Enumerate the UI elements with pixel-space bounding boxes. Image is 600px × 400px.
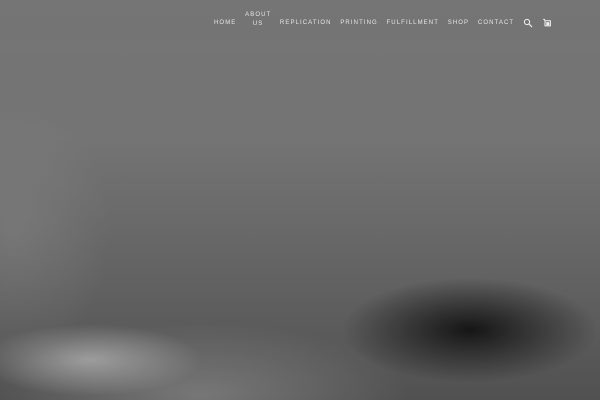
nav-item-printing[interactable]: PRINTING: [340, 19, 377, 28]
nav-item-contact[interactable]: CONTACT: [478, 19, 514, 28]
nav-icons: [523, 18, 552, 28]
nav-item-fulfillment[interactable]: FULFILLMENT: [387, 19, 439, 28]
main-navigation: HOME ABOUT US REPLICATION PRINTING FULFI…: [214, 8, 552, 38]
nav-item-replication[interactable]: REPLICATION: [280, 19, 332, 28]
nav-item-home[interactable]: HOME: [214, 19, 236, 28]
nav-item-shop[interactable]: SHOP: [448, 19, 469, 28]
hero-background: [0, 0, 600, 400]
page: HOME ABOUT US REPLICATION PRINTING FULFI…: [0, 0, 600, 400]
nav-item-about-us[interactable]: ABOUT US: [245, 11, 271, 29]
cart-icon[interactable]: [542, 18, 552, 28]
search-icon[interactable]: [523, 18, 533, 28]
